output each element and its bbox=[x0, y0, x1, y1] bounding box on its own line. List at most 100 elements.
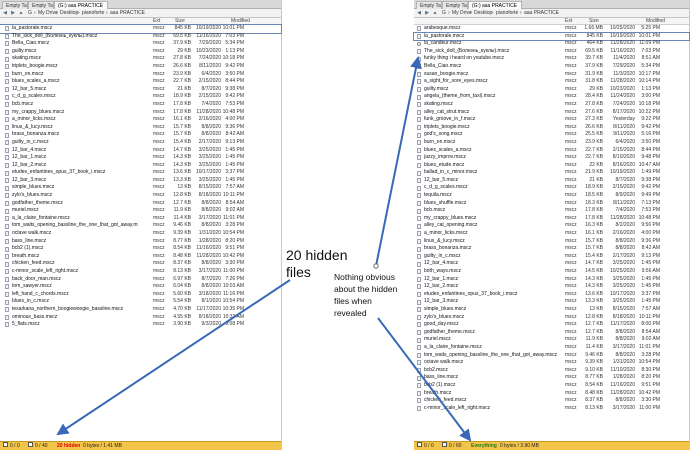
column-ext[interactable]: Ext bbox=[153, 18, 160, 25]
file-row[interactable]: back_door_man.mscz mscz 6.97 KB 8/7/2020 7:2… bbox=[0, 276, 281, 284]
file-row[interactable]: Bella_Ciao.mscz mscz 37.9 KB 7/29/2020 5:34 … bbox=[414, 63, 689, 71]
file-row[interactable]: funk_groove_in_f.mscz mscz 27.3 KB Yesterda… bbox=[414, 116, 689, 124]
file-row[interactable]: alley_cat_strut.mscz mscz 27.6 KB 8/17/2020… bbox=[414, 109, 689, 117]
file-row[interactable]: arabesque.mscz mscz 1.66 MB 10/25/2020 5:25 … bbox=[414, 25, 689, 33]
file-row[interactable]: bcb.mscz mscz 17.8 KB 7/4/2020 7:53 PM bbox=[414, 207, 689, 215]
file-row[interactable]: a_sight_for_sore_eyes.mscz mscz 31.8 KB 11/… bbox=[414, 78, 689, 86]
breadcrumb-desktop[interactable]: Desktop bbox=[60, 9, 78, 18]
file-row[interactable]: c-minor_scale_left_right.mscz mscz 8.13 KB… bbox=[414, 405, 689, 413]
file-row[interactable]: brass_bonanza.mscz mscz 15.7 KB 8/8/2020 8:4… bbox=[414, 245, 689, 253]
file-row[interactable]: blues_scales_a.mscz mscz 22.7 KB 2/15/2020 8… bbox=[0, 78, 281, 86]
file-row[interactable]: good_day.mscz mscz 12.7 KB 11/17/2020 8:00 P… bbox=[414, 321, 689, 329]
file-row[interactable]: c-minor_scale_left_right.mscz mscz 8.13 KB… bbox=[0, 268, 281, 276]
back-icon[interactable]: ◀ bbox=[1, 10, 9, 17]
column-modified[interactable]: Modified bbox=[231, 18, 250, 25]
file-row[interactable]: breath.mscz mscz 8.48 KB 11/28/2020 10:42 PM bbox=[0, 253, 281, 261]
file-row[interactable]: 12_bar_3.mscz mscz 13.3 KB 3/25/2020 1:45 PM bbox=[414, 298, 689, 306]
file-row[interactable]: c_d_g_scales.mscz mscz 18.9 KB 2/15/2020 9:4… bbox=[414, 184, 689, 192]
file-row[interactable]: a_minor_licks.mscz mscz 16.1 KB 2/16/2020 4:… bbox=[0, 116, 281, 124]
breadcrumb-my-drive[interactable]: My Drive bbox=[452, 9, 472, 18]
file-row[interactable]: alley_cat_opening.mscz mscz 16.3 KB 8/2/202… bbox=[414, 222, 689, 230]
column-size[interactable]: Size bbox=[175, 18, 185, 25]
file-row[interactable]: simple_blues.mscz mscz 13 KB 8/15/2020 7:57 … bbox=[414, 306, 689, 314]
file-row[interactable]: a_la_claire_fontaine.mscz mscz 11.4 KB 3/17… bbox=[0, 215, 281, 223]
file-row[interactable]: 12_bar_1.mscz mscz 14.3 KB 3/25/2020 1:45 PM bbox=[0, 154, 281, 162]
file-row[interactable]: 12_bar_4.mscz mscz 14.7 KB 3/25/2020 1:45 PM bbox=[0, 147, 281, 155]
file-row[interactable]: muriel.mscz mscz 11.9 KB 8/8/2020 9:02 AM bbox=[0, 207, 281, 215]
breadcrumb-desktop[interactable]: Desktop bbox=[474, 9, 492, 18]
breadcrumb-my-drive[interactable]: My Drive bbox=[38, 9, 58, 18]
file-row[interactable]: jazzy_improv.mscz mscz 22.7 KB 8/10/2020 9:4… bbox=[414, 154, 689, 162]
file-row[interactable]: ominous_bass.mscz mscz 4.55 KB 8/18/2020 10:… bbox=[0, 314, 281, 322]
file-row[interactable]: la_candeur.mscz mscz 464 KB 11/28/2020 11:09… bbox=[414, 40, 689, 48]
file-row[interactable]: bass_line.mscz mscz 8.77 KB 1/28/2020 8:20 P… bbox=[414, 374, 689, 382]
file-row[interactable]: 12_bar_3.mscz mscz 13.3 KB 3/25/2020 1:45 PM bbox=[0, 177, 281, 185]
tab-empty-2[interactable]: Empty Tab bbox=[28, 1, 54, 9]
status-hidden-count[interactable]: Everything bbox=[471, 442, 497, 450]
file-row[interactable]: linus_&_lucy.mscz mscz 15.7 KB 8/8/2020 9:36… bbox=[414, 238, 689, 246]
file-row[interactable]: tom_waits_opening_bassline_the_one_that_… bbox=[414, 352, 689, 360]
file-row[interactable]: guilty.mscz mscz 29 KB 10/23/2020 1:13 PM bbox=[0, 48, 281, 56]
file-row[interactable]: burn_on.mscz mscz 23.9 KB 6/4/2020 3:50 PM bbox=[414, 139, 689, 147]
file-row[interactable]: la_pastorale.mscz mscz 845 KB 10/19/2020 10:… bbox=[0, 24, 282, 34]
file-row[interactable]: susan_boogie.mscz mscz 31.9 KB 11/3/2020 10:… bbox=[414, 71, 689, 79]
tab-empty-1[interactable]: Empty Tab bbox=[2, 1, 28, 9]
breadcrumb-pianoforte[interactable]: pianoforte bbox=[496, 9, 518, 18]
file-row[interactable]: blues_in_c.mscz mscz 5.54 KB 8/1/2020 10:54 … bbox=[0, 298, 281, 306]
back-icon[interactable]: ◀ bbox=[415, 10, 423, 17]
status-hidden-count[interactable]: 20 hidden bbox=[57, 442, 80, 450]
tab-empty-2[interactable]: Empty Tab bbox=[442, 1, 468, 9]
file-row[interactable]: skating.mscz mscz 27.8 KB 7/24/2020 10:18 PM bbox=[414, 101, 689, 109]
up-icon[interactable]: ▲ bbox=[17, 10, 25, 17]
file-row[interactable]: etudes_enfantines_opus_37_book_i.mscz msc… bbox=[414, 291, 689, 299]
up-icon[interactable]: ▲ bbox=[431, 10, 439, 17]
file-row[interactable]: octave walk.mscz mscz 9.39 KB 1/31/2020 10:5… bbox=[414, 359, 689, 367]
file-row[interactable]: etudes_enfantines_opus_37_book_i.mscz msc… bbox=[0, 169, 281, 177]
file-row[interactable]: 12_bar_2.mscz mscz 14.3 KB 3/25/2020 1:45 PM bbox=[0, 162, 281, 170]
file-row[interactable]: Bella_Ciao.mscz mscz 37.9 KB 7/29/2020 5:34 … bbox=[0, 40, 281, 48]
file-row[interactable]: simple_blues.mscz mscz 13 KB 8/15/2020 7:57 … bbox=[0, 184, 281, 192]
forward-icon[interactable]: ▶ bbox=[9, 10, 17, 17]
file-row[interactable]: 12_bar_4.mscz mscz 14.7 KB 3/25/2020 1:45 PM bbox=[414, 260, 689, 268]
file-row[interactable]: zylo's_blues.mscz mscz 12.8 KB 8/18/2020 10:… bbox=[414, 314, 689, 322]
address-bar[interactable]: ◀ ▶ ▲ G › My Drive › Desktop › pianofort… bbox=[414, 9, 689, 18]
tab-aaa-practice[interactable]: (G:) aaa PRACTICE bbox=[54, 1, 108, 9]
file-row[interactable]: my_crappy_blues.mscz mscz 17.8 KB 11/28/202… bbox=[0, 109, 281, 117]
file-row[interactable]: la_pastorale.mscz mscz 845 KB 10/19/2020 10:… bbox=[413, 31, 690, 42]
tab-aaa-practice[interactable]: (G:) aaa PRACTICE bbox=[468, 1, 522, 9]
address-bar[interactable]: ◀ ▶ ▲ G › My Drive › Desktop › pianofort… bbox=[0, 9, 281, 18]
file-row[interactable]: blues_scales_a.mscz mscz 22.7 KB 2/15/2020 8… bbox=[414, 147, 689, 155]
file-row[interactable]: 12_bar_1.mscz mscz 14.3 KB 3/25/2020 1:45 PM bbox=[414, 276, 689, 284]
file-row[interactable]: godfather_theme.mscz mscz 12.7 KB 8/8/2020 8… bbox=[0, 200, 281, 208]
tab-empty-1[interactable]: Empty Tab bbox=[416, 1, 442, 9]
file-row[interactable]: tom_sawyer.mscz mscz 6.04 KB 8/8/2020 10:03 … bbox=[0, 283, 281, 291]
column-ext[interactable]: Ext bbox=[565, 18, 572, 25]
file-row[interactable]: tequila.mscz mscz 18.5 KB 8/9/2020 9:49 PM bbox=[414, 192, 689, 200]
file-row[interactable]: bcb.mscz mscz 17.8 KB 7/4/2020 7:53 PM bbox=[0, 101, 281, 109]
file-row[interactable]: bcb2 (1).mscz mscz 8.54 KB 11/16/2020 9:51 P… bbox=[414, 382, 689, 390]
file-row[interactable]: burn_on.mscz mscz 23.9 KB 6/4/2020 3:50 PM bbox=[0, 71, 281, 79]
file-row[interactable]: 12_bar_5.mscz mscz 21 KB 8/7/2020 9:38 PM bbox=[0, 86, 281, 94]
file-row[interactable]: guilty.mscz mscz 29 KB 10/23/2020 1:13 PM bbox=[414, 86, 689, 94]
file-row[interactable]: left_hand_c_chords.mscz mscz 5.60 KB 3/18/2… bbox=[0, 291, 281, 299]
file-row[interactable]: chicken_feed.mscz mscz 8.37 KB 8/8/2020 3:30… bbox=[0, 260, 281, 268]
file-row[interactable]: texarkana_northern_boogiewoogie_bassline… bbox=[0, 306, 281, 314]
file-row[interactable]: godfather_theme.mscz mscz 12.7 KB 8/8/2020 8… bbox=[414, 329, 689, 337]
breadcrumb-aaa-practice[interactable]: aaa PRACTICE bbox=[524, 9, 559, 18]
file-row[interactable]: triplets_boogie.mscz mscz 26.6 KB 8/11/2020… bbox=[0, 63, 281, 71]
file-row[interactable]: ballad_in_c_minor.mscz mscz 21.9 KB 10/19/2… bbox=[414, 169, 689, 177]
column-modified[interactable]: Modified bbox=[646, 18, 665, 25]
file-row[interactable]: The_sick_doll_(Болезнь_куклы).mscz mscz 69… bbox=[0, 33, 281, 41]
file-row[interactable]: tom_waits_opening_bassline_the_one_that_… bbox=[0, 222, 281, 230]
file-row[interactable]: bcb2.mscz mscz 9.10 KB 11/10/2020 8:30 PM bbox=[414, 367, 689, 375]
file-row[interactable]: funky thing i heard on youtube.mscz mscz 3… bbox=[414, 55, 689, 63]
column-size[interactable]: Size bbox=[589, 18, 599, 25]
file-row[interactable]: a_la_claire_fontaine.mscz mscz 11.4 KB 3/17… bbox=[414, 344, 689, 352]
file-row[interactable]: guilty_in_c.mscz mscz 15.4 KB 2/17/2020 9:13… bbox=[414, 253, 689, 261]
file-row[interactable]: triplets_boogie.mscz mscz 26.6 KB 8/11/2020… bbox=[414, 124, 689, 132]
file-row[interactable]: The_sick_doll_(Болезнь_куклы).mscz mscz 69… bbox=[414, 48, 689, 56]
file-row[interactable]: zylo's_blues.mscz mscz 12.8 KB 8/18/2020 10:… bbox=[0, 192, 281, 200]
file-row[interactable]: breath.mscz mscz 8.48 KB 11/28/2020 10:42 PM bbox=[414, 390, 689, 398]
file-row[interactable]: 12_bar_5.mscz mscz 21 KB 8/7/2020 9:38 PM bbox=[414, 177, 689, 185]
file-row[interactable]: skating.mscz mscz 27.8 KB 7/24/2020 10:18 PM bbox=[0, 55, 281, 63]
